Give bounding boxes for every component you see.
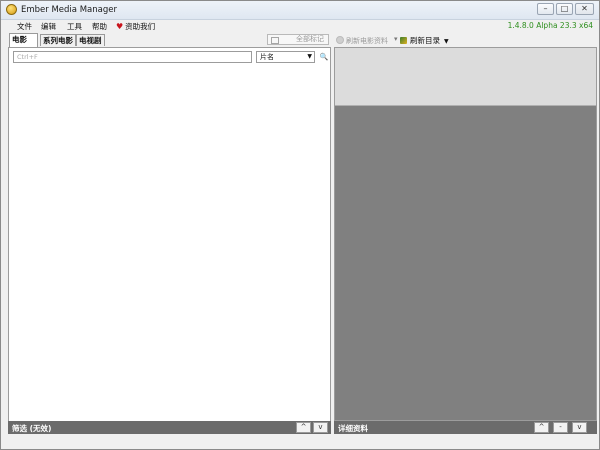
search-input[interactable] [13,51,252,63]
maximize-button[interactable]: □ [556,3,573,15]
menu-file[interactable]: 文件 [17,21,32,32]
menu-donate[interactable]: ♥ 资助我们 [116,21,155,32]
chevron-down-icon[interactable]: ▼ [444,38,449,45]
details-status-label: 详细资料 [338,424,368,433]
filter-panel-down-button[interactable]: v [313,422,328,433]
window-bottom-edge [1,434,599,449]
details-pane [334,47,597,421]
movie-list-pane[interactable]: 片名 ▼ 🔍 [8,47,331,431]
tab-tv-shows[interactable]: 电视剧 [76,34,105,46]
filter-status-label: 筛选 (无效) [12,424,52,433]
fanart-area [335,48,596,106]
refresh-dir-label: 刷新目录 [410,36,440,45]
grid-icon [271,37,279,44]
menu-bar: 文件 编辑 工具 帮助 ♥ 资助我们 1.4.8.0 Alpha 23.3 x64 [1,19,599,32]
close-button[interactable]: ✕ [575,3,594,15]
title-bar[interactable]: Ember Media Manager – □ ✕ [1,1,599,20]
filter-status-bar: 筛选 (无效) ^ v [8,421,331,434]
menu-help[interactable]: 帮助 [92,21,107,32]
mark-all-button[interactable]: 全部标记 [267,34,329,45]
details-panel-mid-button[interactable]: - [553,422,568,433]
heart-icon: ♥ [116,22,124,31]
folder-tree-icon [400,37,407,44]
chevron-down-icon: ▼ [307,53,312,60]
filter-panel-up-button[interactable]: ^ [296,422,311,433]
ember-app-icon [6,4,17,15]
refresh-data-icon [336,36,344,44]
refresh-data-dropdown-icon[interactable]: ▾ [394,35,398,43]
refresh-data-label: 刷新电影资料 [346,37,388,45]
mark-all-label: 全部标记 [296,35,324,43]
menu-tools[interactable]: 工具 [67,21,82,32]
version-label: 1.4.8.0 Alpha 23.3 x64 [507,21,593,30]
magnifier-icon[interactable]: 🔍 [319,52,329,62]
sort-field-select[interactable]: 片名 ▼ [256,51,315,63]
details-panel-down-button[interactable]: v [572,422,587,433]
tab-movies[interactable]: 电影 [9,33,38,47]
menu-edit[interactable]: 编辑 [41,21,56,32]
tab-movie-sets[interactable]: 系列电影 [40,34,76,46]
details-status-bar: 详细资料 ^ - v [334,421,597,434]
main-window: Ember Media Manager – □ ✕ 文件 编辑 工具 帮助 ♥ 资… [0,0,600,450]
donate-label: 资助我们 [125,22,156,31]
refresh-movie-data-button[interactable]: 刷新电影资料 [336,36,388,46]
minimize-button[interactable]: – [537,3,554,15]
sort-field-value: 片名 [260,53,274,61]
refresh-directories-button[interactable]: 刷新目录 ▼ [400,35,449,46]
details-panel-up-button[interactable]: ^ [534,422,549,433]
window-title: Ember Media Manager [21,5,117,15]
